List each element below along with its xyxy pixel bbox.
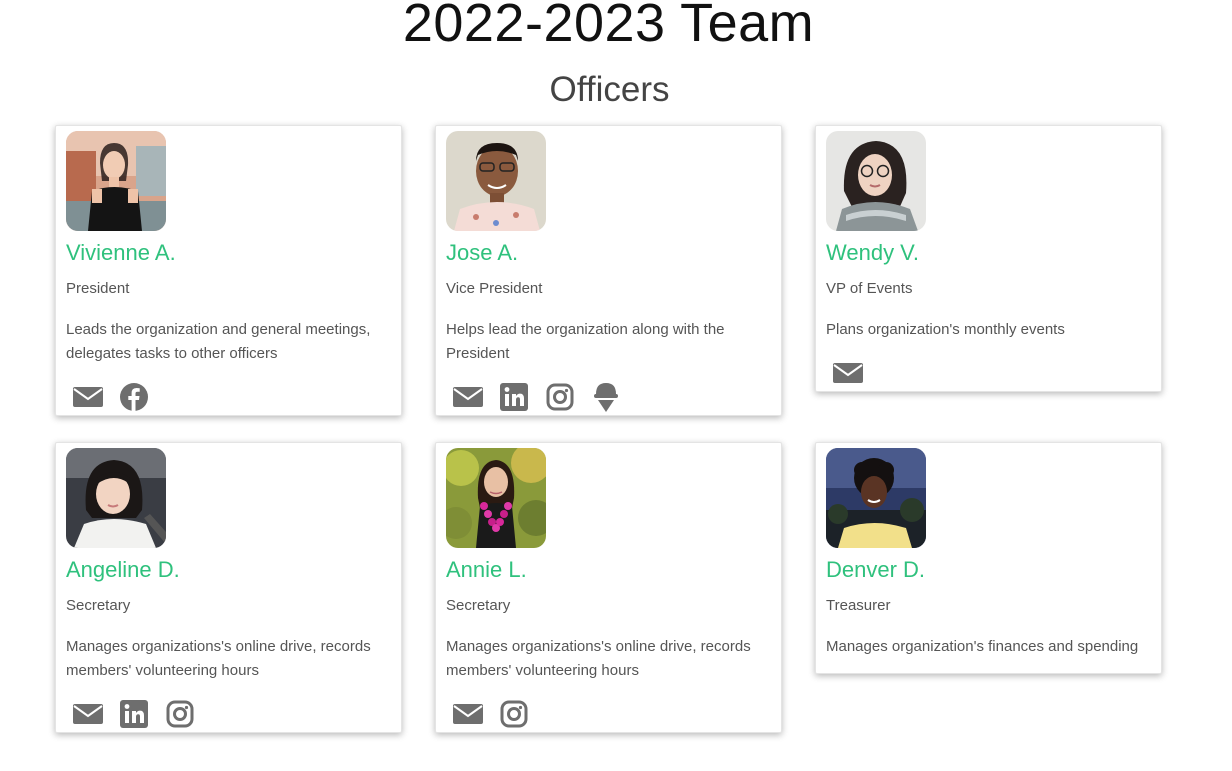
officer-description: Helps lead the organization along with t…	[446, 321, 725, 362]
officer-name: Vivienne A.	[66, 240, 176, 265]
officer-card: Annie L. Secretary Manages organizations…	[435, 442, 782, 733]
page-title: 2022-2023 Team	[402, 0, 815, 53]
email-icon[interactable]	[73, 382, 103, 412]
officer-photo	[446, 131, 546, 231]
officer-role: Secretary	[446, 597, 511, 614]
officer-photo	[66, 131, 166, 231]
officer-description: Leads the organization and general meeti…	[66, 321, 371, 362]
instagram-icon[interactable]	[545, 382, 575, 412]
officer-name: Annie L.	[446, 557, 527, 582]
social-links	[453, 381, 621, 413]
instagram-icon[interactable]	[499, 699, 529, 729]
officer-description: Manages organizations's online drive, re…	[66, 638, 371, 679]
linkedin-icon[interactable]	[499, 382, 529, 412]
officer-name: Jose A.	[446, 240, 519, 265]
email-icon[interactable]	[453, 699, 483, 729]
officer-description: Manages organizations's online drive, re…	[446, 638, 751, 679]
officer-photo	[826, 448, 926, 548]
officer-role: President	[66, 280, 130, 297]
email-icon[interactable]	[833, 358, 863, 388]
social-links	[73, 698, 195, 730]
officer-role: Treasurer	[826, 597, 891, 614]
ice-cream-icon[interactable]	[591, 382, 621, 412]
social-links	[833, 357, 863, 389]
officer-card: Wendy V. VP of Events Plans organization…	[815, 125, 1162, 392]
officer-card: Denver D. Treasurer Manages organization…	[815, 442, 1162, 674]
officer-photo	[66, 448, 166, 548]
facebook-icon[interactable]	[119, 382, 149, 412]
social-links	[73, 381, 149, 413]
officer-description: Plans organization's monthly events	[826, 321, 1065, 338]
officer-card: Vivienne A. President Leads the organiza…	[55, 125, 402, 416]
officer-card: Angeline D. Secretary Manages organizati…	[55, 442, 402, 733]
linkedin-icon[interactable]	[119, 699, 149, 729]
officer-name: Angeline D.	[66, 557, 180, 582]
officer-photo	[826, 131, 926, 231]
officer-role: Secretary	[66, 597, 131, 614]
officer-card: Jose A. Vice President Helps lead the or…	[435, 125, 782, 416]
officer-description: Manages organization's finances and spen…	[826, 638, 1139, 655]
officer-role: Vice President	[446, 280, 543, 297]
social-links	[453, 698, 529, 730]
officer-role: VP of Events	[826, 280, 913, 297]
officer-name: Wendy V.	[826, 240, 919, 265]
instagram-icon[interactable]	[165, 699, 195, 729]
section-title: Officers	[549, 70, 670, 109]
officer-photo	[446, 448, 546, 548]
officer-name: Denver D.	[826, 557, 926, 582]
email-icon[interactable]	[453, 382, 483, 412]
email-icon[interactable]	[73, 699, 103, 729]
